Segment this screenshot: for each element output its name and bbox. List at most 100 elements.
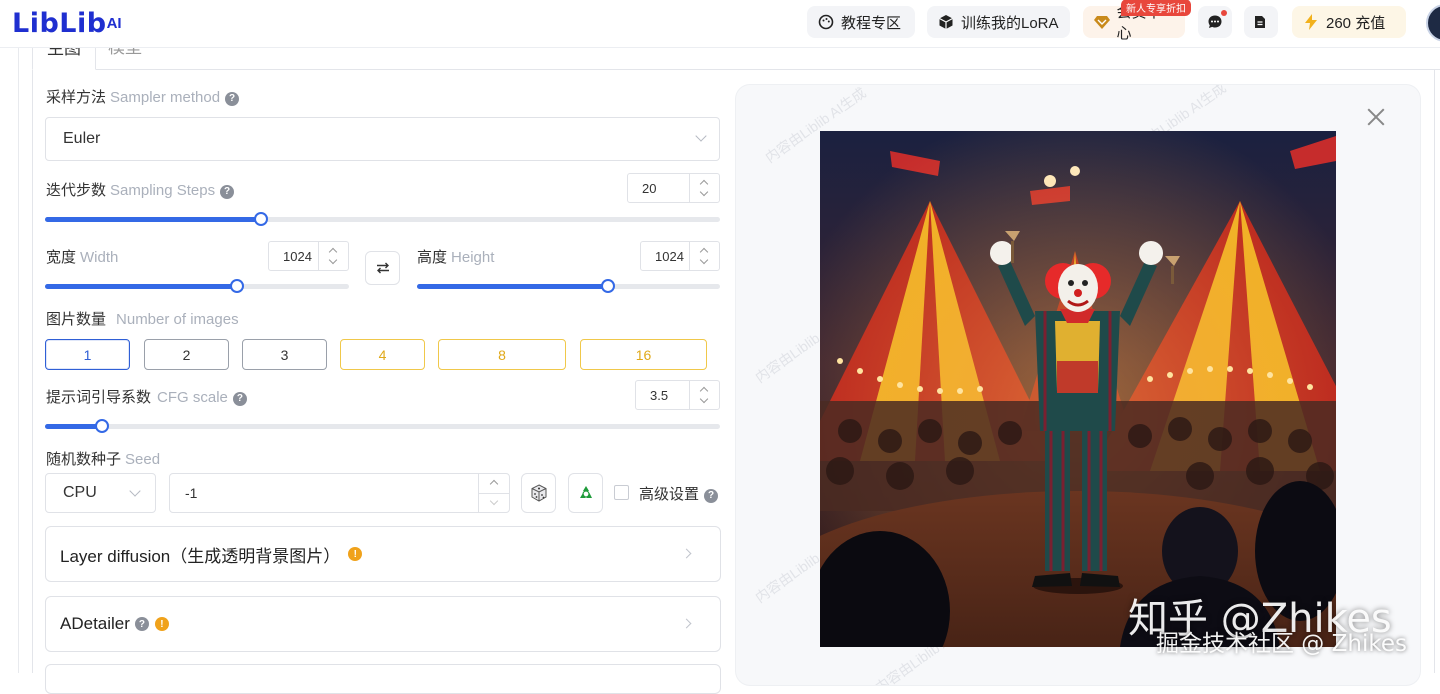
slider-handle[interactable]: [95, 419, 110, 433]
help-icon[interactable]: ?: [220, 184, 235, 199]
layer-diffusion-panel[interactable]: Layer diffusion（生成透明背景图片）!: [45, 526, 721, 582]
tutorial-button[interactable]: 教程专区: [807, 6, 915, 38]
cfg-input[interactable]: 3.5: [635, 380, 720, 410]
train-lora-label: 训练我的LoRA: [961, 14, 1059, 32]
train-lora-button[interactable]: 训练我的LoRA: [927, 6, 1070, 38]
cfg-label-en: CFG scale: [157, 389, 228, 406]
user-avatar[interactable]: [1426, 4, 1440, 42]
slider-fill: [417, 284, 608, 289]
dice-icon: [531, 484, 546, 502]
recharge-button[interactable]: 260 充值: [1292, 6, 1406, 38]
swap-dimensions-button[interactable]: [365, 251, 400, 285]
height-label: 高度 Height: [417, 246, 494, 267]
advanced-settings-text: 高级设置: [639, 486, 700, 503]
width-slider[interactable]: [45, 279, 349, 293]
steps-label: 迭代步数 Sampling Steps?: [46, 179, 235, 200]
vip-diamond-icon: [1093, 13, 1111, 31]
chevron-right-icon: [681, 548, 692, 559]
steps-value: 20: [642, 180, 657, 196]
adetailer-title: ADetailer: [60, 614, 130, 633]
height-input[interactable]: 1024: [640, 241, 720, 271]
width-label-cn: 宽度: [46, 249, 77, 266]
recharge-label: 260 充值: [1326, 14, 1386, 32]
image-count-option-vip[interactable]: 16: [580, 339, 707, 370]
seed-device-select[interactable]: CPU: [45, 473, 156, 513]
slider-fill: [45, 217, 261, 222]
width-label-en: Width: [80, 249, 119, 266]
image-count-option-vip[interactable]: 8: [438, 339, 566, 370]
sampler-value: Euler: [63, 130, 101, 147]
seed-label-en: Seed: [125, 451, 161, 468]
slider-fill: [45, 284, 237, 289]
seed-input[interactable]: -1: [169, 473, 510, 513]
image-count-option[interactable]: 1: [45, 339, 130, 370]
image-count-option[interactable]: 2: [144, 339, 229, 370]
height-label-cn: 高度: [417, 249, 448, 266]
folder-icon: [1252, 13, 1270, 31]
images-label: 图片数量 Number of images: [46, 308, 239, 329]
help-icon[interactable]: ?: [225, 91, 240, 106]
page-divider: [18, 48, 19, 673]
width-label: 宽度 Width: [46, 246, 118, 267]
unread-dot: [1221, 10, 1227, 16]
image-count-option[interactable]: 3: [242, 339, 327, 370]
files-button[interactable]: [1244, 6, 1278, 38]
help-icon[interactable]: ?: [704, 488, 719, 503]
panel-border-right: [1434, 70, 1435, 673]
panel-border-left: [32, 70, 33, 673]
next-panel[interactable]: [45, 664, 721, 694]
slider-fill: [45, 424, 103, 429]
cfg-value: 3.5: [650, 387, 669, 403]
chevron-down-icon: [695, 130, 707, 142]
member-center-button[interactable]: 新人专享折扣 会员中心: [1083, 0, 1191, 42]
height-label-en: Height: [451, 249, 495, 266]
layer-diffusion-title: Layer diffusion（生成透明背景图片）: [60, 546, 341, 566]
width-input[interactable]: 1024: [268, 241, 349, 271]
generated-image[interactable]: [820, 131, 1336, 647]
liblib-logo[interactable]: LibLib AI: [12, 6, 122, 40]
height-value: 1024: [655, 248, 684, 264]
reuse-seed-button[interactable]: [568, 473, 603, 513]
seed-stepper[interactable]: [478, 474, 509, 512]
close-icon[interactable]: [1365, 106, 1387, 128]
clown-circus-image: [820, 131, 1336, 647]
steps-input[interactable]: 20: [627, 173, 720, 203]
cube-icon: [937, 13, 955, 31]
slider-handle[interactable]: [229, 279, 244, 293]
random-seed-button[interactable]: [521, 473, 556, 513]
height-stepper[interactable]: [689, 242, 719, 270]
steps-slider[interactable]: [45, 212, 720, 226]
help-icon[interactable]: ?: [232, 391, 247, 406]
steps-label-en: Sampling Steps: [110, 182, 216, 199]
image-count-option-vip[interactable]: 4: [340, 339, 425, 370]
adetailer-panel[interactable]: ADetailer?!: [45, 596, 721, 652]
slider-handle[interactable]: [600, 279, 615, 293]
cfg-stepper[interactable]: [689, 381, 719, 409]
lightning-icon: [1302, 13, 1320, 31]
width-stepper[interactable]: [318, 242, 348, 270]
top-header: LibLibAI 教程专区 训练我的LoRA 新人专享折扣 会员中心: [0, 0, 1440, 48]
sampler-label: 采样方法 Sampler method?: [46, 86, 240, 107]
cfg-slider[interactable]: [45, 419, 720, 433]
steps-stepper[interactable]: [689, 174, 719, 202]
tutorial-label: 教程专区: [841, 14, 902, 32]
cfg-label-cn: 提示词引导系数: [46, 389, 152, 406]
messages-button[interactable]: [1198, 6, 1232, 38]
chat-bubble-icon: [1206, 13, 1224, 31]
steps-label-cn: 迭代步数: [46, 182, 107, 199]
logo-ai-text: AI: [106, 14, 122, 32]
images-label-cn: 图片数量: [46, 311, 107, 328]
seed-device-value: CPU: [63, 484, 97, 501]
advanced-settings-checkbox[interactable]: [614, 485, 629, 500]
recycle-icon: [579, 486, 592, 498]
slider-handle[interactable]: [254, 212, 268, 226]
warning-icon: !: [154, 617, 169, 631]
images-label-en: Number of images: [116, 311, 239, 328]
help-icon[interactable]: ?: [134, 617, 149, 631]
height-slider[interactable]: [417, 279, 720, 293]
advanced-settings-label[interactable]: 高级设置?: [639, 483, 719, 504]
cfg-label: 提示词引导系数 CFG scale?: [46, 386, 247, 407]
sampler-select[interactable]: Euler: [45, 117, 720, 161]
seed-label-cn: 随机数种子: [46, 451, 122, 468]
chevron-right-icon: [681, 618, 692, 629]
